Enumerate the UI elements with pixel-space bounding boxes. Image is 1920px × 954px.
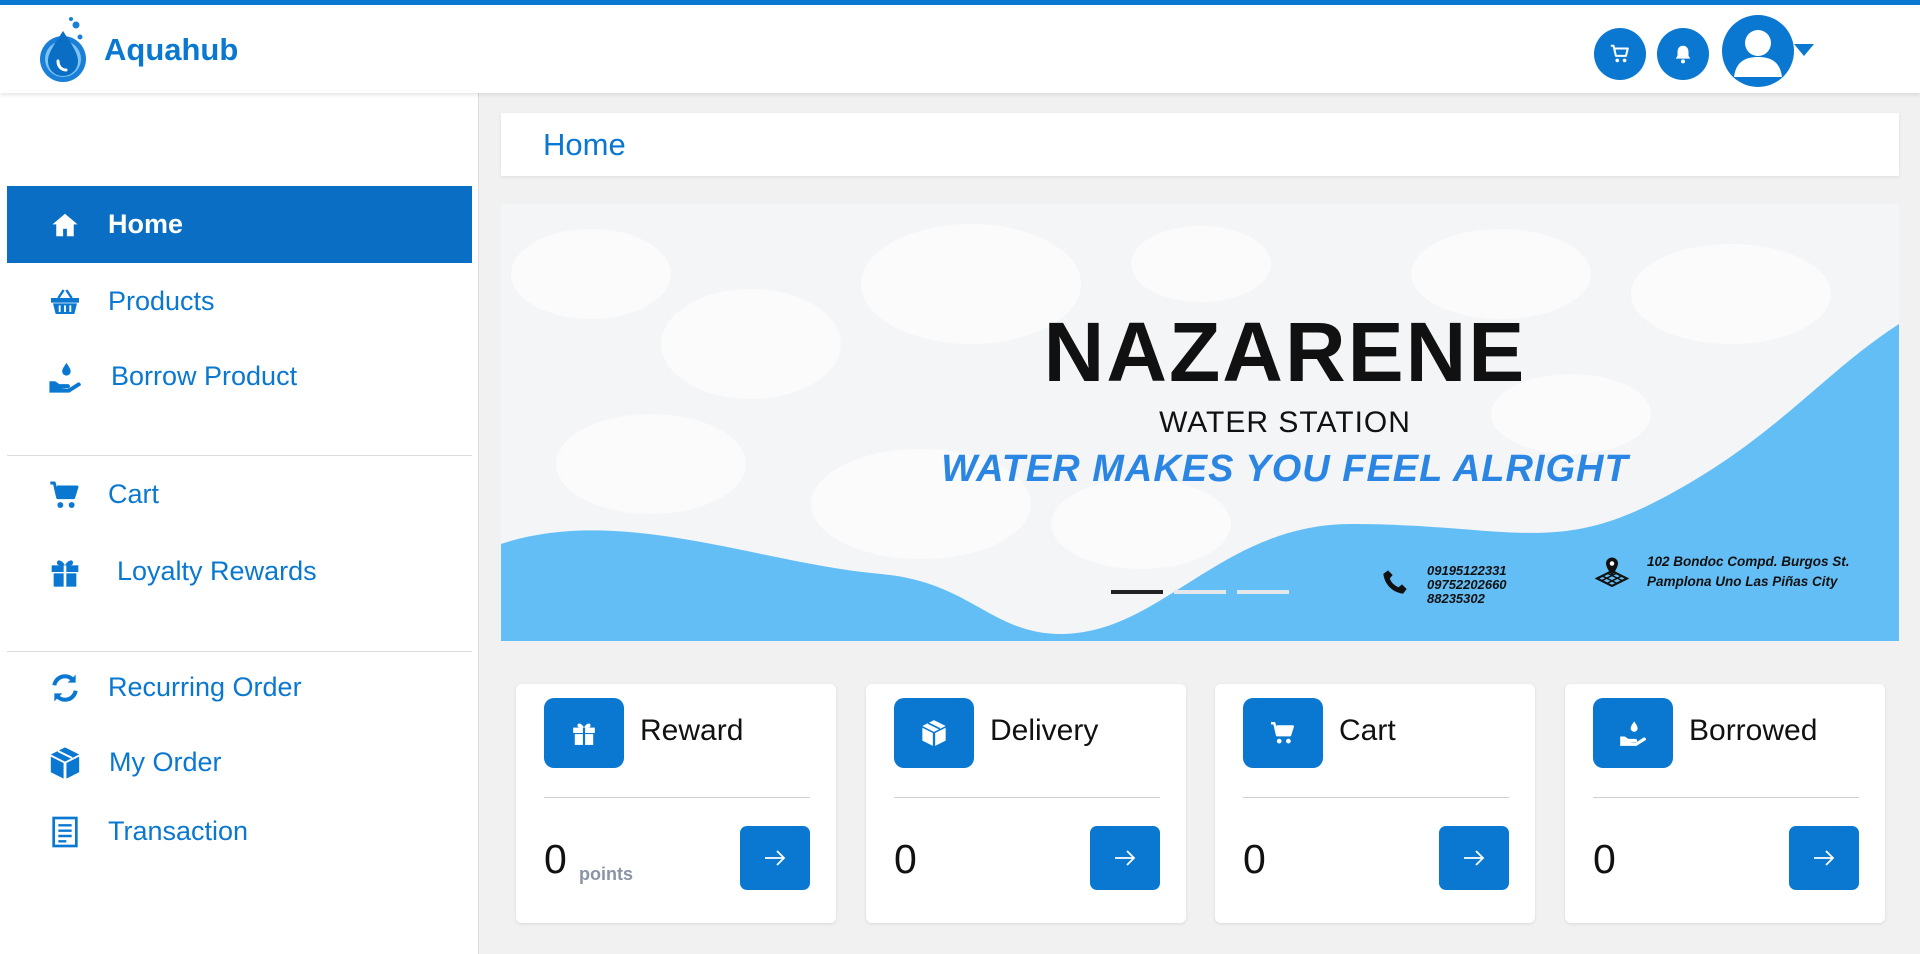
- user-avatar[interactable]: [1722, 15, 1794, 87]
- caret-down-icon: [1794, 44, 1814, 56]
- gift-icon: [47, 554, 83, 590]
- hand-water-drop-icon: [1593, 698, 1673, 768]
- sidebar-item-label: Products: [108, 286, 215, 316]
- card-title: Reward: [640, 714, 744, 747]
- delivery-card: Delivery 0: [866, 684, 1186, 923]
- sidebar-item-my-order[interactable]: My Order: [7, 724, 472, 801]
- sidebar: Home Products Borrow Product Cart Loyalt…: [0, 93, 479, 954]
- hand-water-drop-icon: [47, 359, 83, 395]
- box-icon: [894, 698, 974, 768]
- recurring-icon: [47, 670, 83, 706]
- card-title: Cart: [1339, 714, 1396, 747]
- sidebar-item-label: Loyalty Rewards: [117, 556, 317, 586]
- sidebar-item-transaction[interactable]: Transaction: [7, 793, 472, 870]
- card-divider: [1593, 797, 1859, 798]
- sidebar-item-label: Home: [108, 209, 184, 239]
- reward-open-button[interactable]: [740, 826, 810, 890]
- carousel-indicator-2[interactable]: [1174, 590, 1226, 594]
- card-value: 0: [1243, 836, 1266, 882]
- phone-icon: [1383, 570, 1407, 594]
- promo-banner-carousel[interactable]: NAZARENE WATER STATION WATER MAKES YOU F…: [501, 204, 1899, 641]
- banner-tagline: WATER MAKES YOU FEEL ALRIGHT: [941, 448, 1629, 490]
- header-cart-button[interactable]: [1594, 28, 1646, 80]
- sidebar-item-label: Cart: [108, 479, 160, 509]
- borrowed-open-button[interactable]: [1789, 826, 1859, 890]
- receipt-icon: [47, 814, 83, 850]
- sidebar-item-home[interactable]: Home: [7, 186, 472, 263]
- user-avatar-icon: [1734, 30, 1782, 77]
- card-value: 0: [544, 836, 567, 882]
- banner-phone-numbers: 09195122331 09752202660 88235302: [1427, 564, 1507, 606]
- aquahub-logo-icon: [40, 17, 86, 82]
- box-icon: [47, 745, 83, 781]
- delivery-open-button[interactable]: [1090, 826, 1160, 890]
- bell-icon: [1675, 45, 1691, 64]
- cart-card: Cart 0: [1215, 684, 1535, 923]
- sidebar-item-label: Transaction: [108, 816, 249, 846]
- banner-phone: 09752202660: [1427, 577, 1507, 592]
- home-icon: [47, 207, 83, 243]
- arrow-right-icon: [1464, 850, 1485, 866]
- page-header: Home: [501, 113, 1899, 176]
- top-bar: Aquahub: [0, 0, 1920, 93]
- sidebar-item-borrow-product[interactable]: Borrow Product: [7, 338, 472, 415]
- card-title: Delivery: [990, 714, 1099, 747]
- borrowed-card: Borrowed 0: [1565, 684, 1885, 923]
- card-value: 0: [894, 836, 917, 882]
- brand[interactable]: Aquahub: [34, 15, 238, 85]
- card-divider: [1243, 797, 1509, 798]
- arrow-right-icon: [1814, 850, 1835, 866]
- cart-icon: [47, 477, 83, 513]
- sidebar-item-recurring-order[interactable]: Recurring Order: [7, 649, 472, 726]
- app-name: Aquahub: [104, 32, 239, 67]
- sidebar-item-loyalty-rewards[interactable]: Loyalty Rewards: [7, 533, 472, 610]
- sidebar-item-label: My Order: [109, 747, 222, 777]
- header-notifications-button[interactable]: [1657, 28, 1709, 80]
- card-value: 0: [1593, 836, 1616, 882]
- arrow-right-icon: [765, 850, 786, 866]
- card-unit: points: [579, 864, 633, 884]
- gift-icon: [544, 698, 624, 768]
- card-divider: [544, 797, 810, 798]
- sidebar-item-products[interactable]: Products: [7, 263, 472, 340]
- arrow-right-icon: [1115, 850, 1136, 866]
- cart-open-button[interactable]: [1439, 826, 1509, 890]
- banner-subtitle: WATER STATION: [1159, 406, 1411, 439]
- location-map-icon: [1594, 557, 1630, 588]
- cart-icon: [1610, 44, 1629, 63]
- carousel-indicator-3[interactable]: [1237, 590, 1289, 594]
- reward-card: Reward 0 points: [516, 684, 836, 923]
- banner-phone: 09195122331: [1427, 563, 1507, 578]
- sidebar-item-cart[interactable]: Cart: [7, 456, 472, 533]
- banner-title: NAZARENE: [1043, 305, 1527, 399]
- banner-phone: 88235302: [1427, 591, 1485, 606]
- carousel-indicator-1[interactable]: [1111, 590, 1163, 594]
- card-title: Borrowed: [1689, 714, 1818, 747]
- account-menu-toggle[interactable]: [1794, 43, 1814, 61]
- sidebar-item-label: Borrow Product: [111, 361, 298, 391]
- sidebar-item-label: Recurring Order: [108, 672, 302, 702]
- banner-address: 102 Bondoc Compd. Burgos St. Pamplona Un…: [1647, 554, 1850, 589]
- page-title: Home: [543, 127, 626, 162]
- cart-icon: [1243, 698, 1323, 768]
- card-divider: [894, 797, 1160, 798]
- basket-icon: [47, 284, 83, 320]
